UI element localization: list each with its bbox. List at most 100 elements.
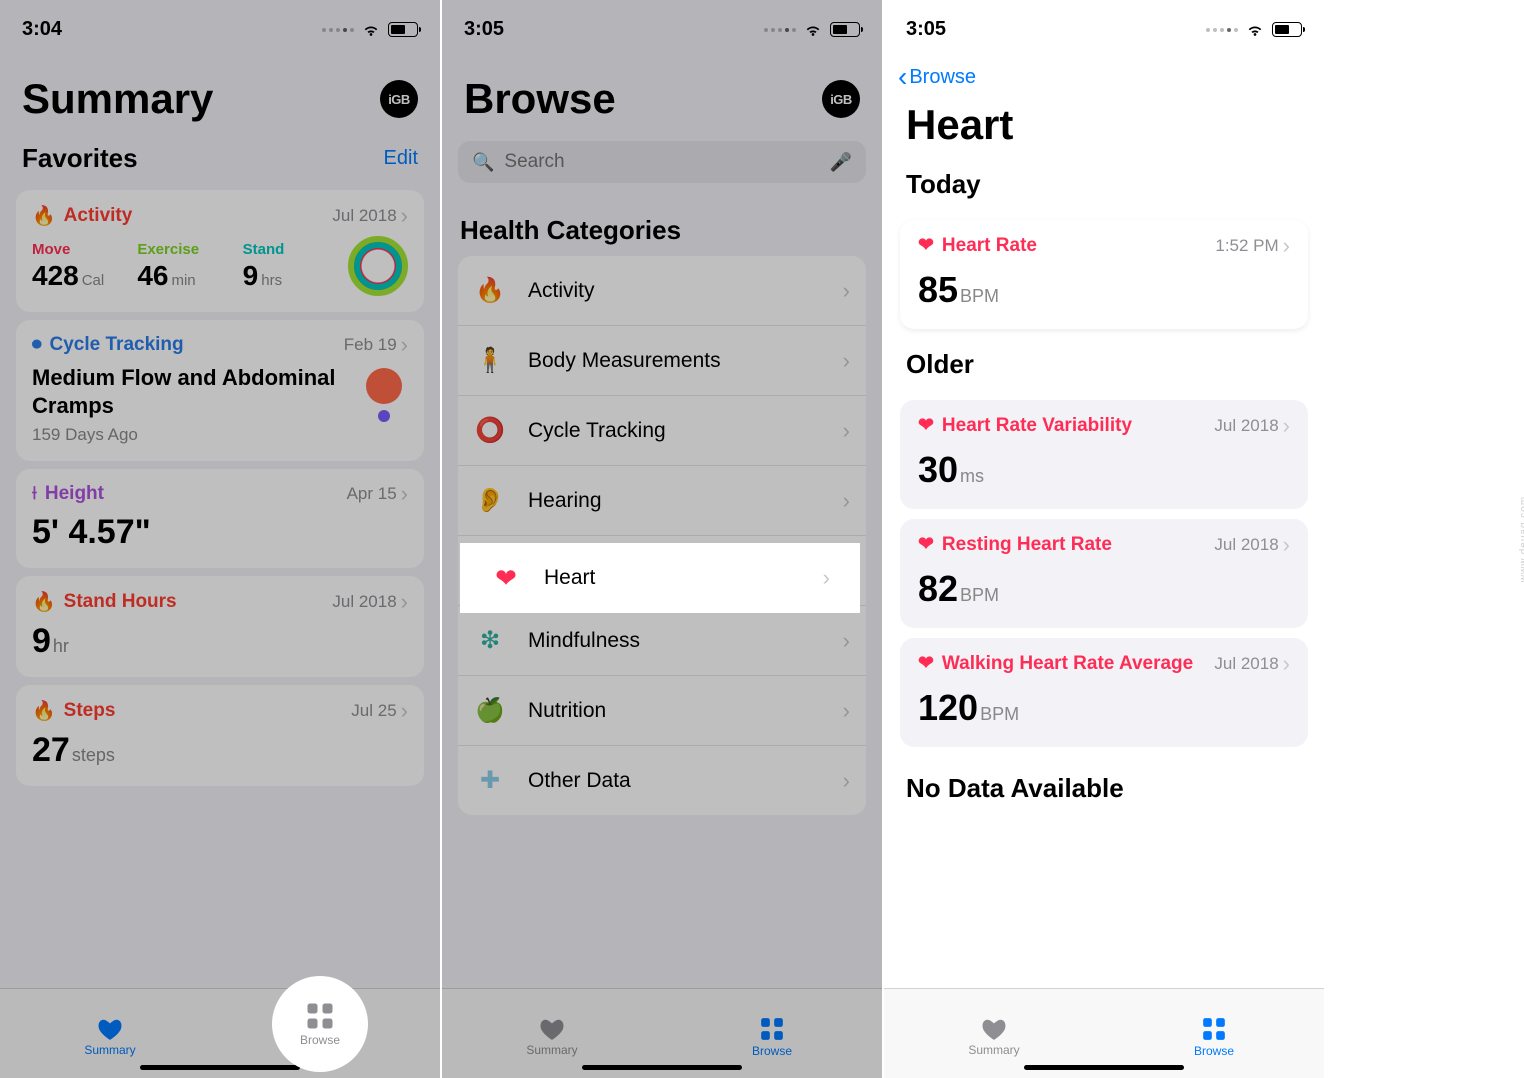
screen-browse: 3:05 Browse iGB 🔍 🎤 Health Categories 🔥 … — [442, 0, 882, 1078]
card-title: 🔥 Steps — [32, 699, 115, 723]
heart-icon: ❤ — [918, 533, 934, 556]
cycle-icon: ⭕ — [474, 416, 506, 445]
search-icon: 🔍 — [472, 152, 494, 173]
chevron-right-icon: › — [843, 628, 850, 654]
heart-icon: ❤ — [918, 652, 934, 675]
search-input[interactable] — [504, 151, 819, 173]
back-button[interactable]: ‹ Browse — [884, 45, 1324, 91]
status-icons — [322, 22, 418, 37]
chevron-right-icon: › — [843, 348, 850, 374]
card-cycle[interactable]: ⏺ Cycle Tracking Feb 19 › Medium Flow an… — [16, 320, 424, 461]
metric-walking-hr[interactable]: ❤Walking Heart Rate Average Jul 2018› 12… — [900, 638, 1308, 747]
edit-button[interactable]: Edit — [384, 147, 418, 170]
health-categories-list: 🔥 Activity › 🧍 Body Measurements › ⭕ Cyc… — [458, 256, 866, 815]
clock: 3:05 — [464, 18, 504, 41]
status-icons — [1206, 22, 1302, 37]
older-header: Older — [884, 339, 1324, 390]
watermark: www.deuaq.com — [1518, 496, 1524, 582]
category-activity[interactable]: 🔥 Activity › — [458, 256, 866, 326]
card-steps[interactable]: 🔥 Steps Jul 25 › 27steps — [16, 685, 424, 786]
card-title: ⏺ Cycle Tracking — [32, 334, 184, 356]
battery-icon — [1272, 22, 1302, 37]
page-title: Heart — [906, 101, 1013, 149]
profile-avatar[interactable]: iGB — [822, 80, 860, 118]
grid-icon — [759, 1016, 785, 1042]
chevron-right-icon: › — [843, 488, 850, 514]
highlight-browse-tab: Browse — [272, 976, 368, 1072]
card-activity[interactable]: 🔥 Activity Jul 2018 › Move 428Cal Exerci… — [16, 190, 424, 312]
home-indicator — [582, 1065, 742, 1070]
metric-resting-hr[interactable]: ❤Resting Heart Rate Jul 2018› 82BPM — [900, 519, 1308, 628]
chevron-right-icon: › — [401, 334, 408, 356]
battery-icon — [830, 22, 860, 37]
chevron-right-icon: › — [1283, 534, 1290, 556]
flame-icon: 🔥 — [32, 204, 56, 228]
category-cycle[interactable]: ⭕ Cycle Tracking › — [458, 396, 866, 466]
favorites-header: Favorites Edit — [0, 133, 440, 182]
heart-icon — [538, 1017, 566, 1041]
card-title: 🔥 Stand Hours — [32, 590, 177, 614]
clock: 3:05 — [906, 18, 946, 41]
clock: 3:04 — [22, 18, 62, 41]
health-categories-header: Health Categories — [442, 191, 882, 256]
cellular-icon — [1206, 28, 1238, 32]
cycle-icon: ⏺ — [32, 334, 42, 356]
card-date: Jul 2018 — [332, 592, 396, 612]
screen-heart: 3:05 ‹ Browse Heart Today ❤Heart Rate 1:… — [884, 0, 1324, 1078]
category-body[interactable]: 🧍 Body Measurements › — [458, 326, 866, 396]
metric-heart-rate[interactable]: ❤Heart Rate 1:52 PM› 85BPM — [900, 220, 1308, 329]
tab-bar: Summary Browse — [884, 988, 1324, 1078]
card-height[interactable]: ⟊ Height Apr 15 › 5' 4.57" — [16, 469, 424, 568]
card-stand-hours[interactable]: 🔥 Stand Hours Jul 2018 › 9hr — [16, 576, 424, 677]
chevron-right-icon: › — [401, 205, 408, 227]
body-icon: ⟊ — [32, 483, 37, 505]
search-bar[interactable]: 🔍 🎤 — [458, 141, 866, 183]
apple-icon: 🍏 — [474, 696, 506, 725]
cellular-icon — [764, 28, 796, 32]
category-nutrition[interactable]: 🍏 Nutrition › — [458, 676, 866, 746]
ear-icon: 👂 — [474, 486, 506, 515]
home-indicator — [140, 1065, 300, 1070]
activity-rings-icon — [348, 236, 408, 296]
profile-avatar[interactable]: iGB — [380, 80, 418, 118]
plus-icon: ✚ — [474, 766, 506, 795]
page-title: Browse — [464, 75, 616, 123]
heart-icon — [96, 1017, 124, 1041]
status-bar: 3:05 — [884, 0, 1324, 45]
chevron-right-icon: › — [401, 591, 408, 613]
card-date: Jul 25 — [351, 701, 396, 721]
wifi-icon — [362, 23, 380, 37]
heart-icon: ❤ — [490, 563, 522, 594]
home-indicator — [1024, 1065, 1184, 1070]
heart-icon: ❤ — [918, 234, 934, 257]
status-bar: 3:04 — [0, 0, 440, 45]
category-other[interactable]: ✚ Other Data › — [458, 746, 866, 815]
chevron-left-icon: ‹ — [898, 63, 907, 91]
grid-icon — [1201, 1016, 1227, 1042]
highlight-heart-row: ❤ Heart › — [460, 543, 860, 613]
card-title: ⟊ Height — [32, 483, 104, 505]
wifi-icon — [804, 23, 822, 37]
metric-hrv[interactable]: ❤Heart Rate Variability Jul 2018› 30ms — [900, 400, 1308, 509]
chevron-right-icon: › — [843, 418, 850, 444]
chevron-right-icon: › — [823, 565, 830, 591]
flame-icon: 🔥 — [32, 590, 56, 614]
card-date: Apr 15 — [347, 484, 397, 504]
chevron-right-icon: › — [843, 698, 850, 724]
category-hearing[interactable]: 👂 Hearing › — [458, 466, 866, 536]
category-mindfulness[interactable]: ❇ Mindfulness › — [458, 606, 866, 676]
cycle-graphic — [360, 368, 408, 422]
cellular-icon — [322, 28, 354, 32]
card-date: Feb 19 — [344, 335, 397, 355]
battery-icon — [388, 22, 418, 37]
wifi-icon — [1246, 23, 1264, 37]
tab-bar: Summary Browse — [0, 988, 440, 1078]
body-icon: 🧍 — [474, 346, 506, 375]
no-data-header: No Data Available — [884, 757, 1324, 820]
mic-icon[interactable]: 🎤 — [830, 152, 852, 173]
favorites-label: Favorites — [22, 143, 138, 174]
tab-bar: Summary Browse — [442, 988, 882, 1078]
page-title: Summary — [22, 75, 213, 123]
chevron-right-icon: › — [1283, 235, 1290, 257]
status-icons — [764, 22, 860, 37]
